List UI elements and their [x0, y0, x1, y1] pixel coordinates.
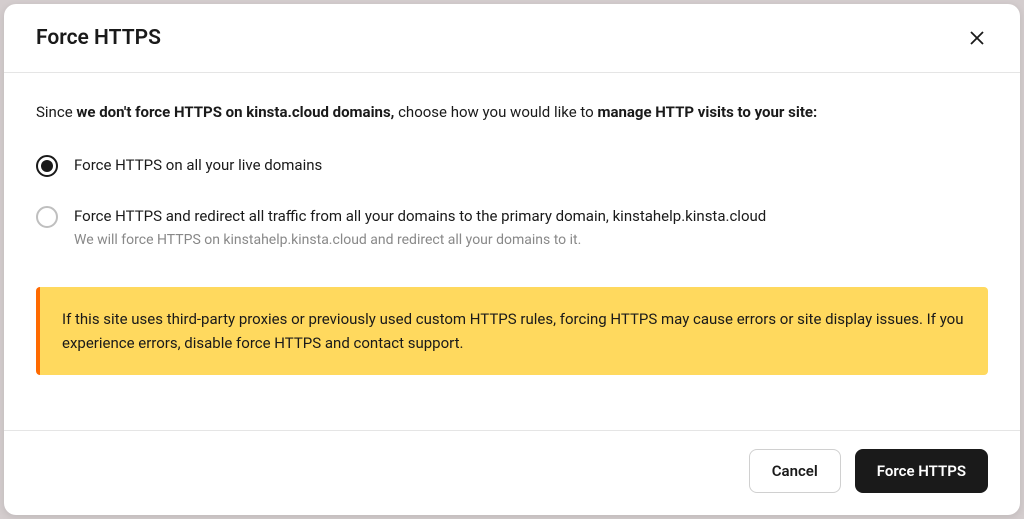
radio-content: Force HTTPS and redirect all traffic fro… [74, 205, 988, 251]
radio-option-all-domains[interactable]: Force HTTPS on all your live domains [36, 154, 988, 177]
force-https-button[interactable]: Force HTTPS [855, 449, 988, 493]
close-button[interactable] [966, 27, 988, 49]
intro-text: Since we don't force HTTPS on kinsta.clo… [36, 101, 988, 124]
intro-prefix: Since [36, 103, 76, 121]
warning-text: If this site uses third-party proxies or… [62, 310, 964, 352]
intro-bold2: manage HTTP visits to your site: [597, 103, 817, 121]
radio-indicator [36, 155, 58, 177]
radio-indicator [36, 206, 58, 228]
radio-content: Force HTTPS on all your live domains [74, 154, 988, 177]
radio-group: Force HTTPS on all your live domains For… [36, 154, 988, 251]
radio-option-redirect-primary[interactable]: Force HTTPS and redirect all traffic fro… [36, 205, 988, 251]
modal-header: Force HTTPS [4, 4, 1020, 73]
warning-box: If this site uses third-party proxies or… [36, 287, 988, 375]
radio-label: Force HTTPS on all your live domains [74, 156, 322, 174]
radio-label: Force HTTPS and redirect all traffic fro… [74, 207, 766, 225]
modal-body: Since we don't force HTTPS on kinsta.clo… [4, 73, 1020, 430]
cancel-button[interactable]: Cancel [749, 449, 841, 493]
force-https-modal: Force HTTPS Since we don't force HTTPS o… [4, 4, 1020, 515]
radio-helper-text: We will force HTTPS on kinstahelp.kinsta… [74, 231, 988, 251]
modal-footer: Cancel Force HTTPS [4, 430, 1020, 515]
intro-mid: choose how you would like to [394, 103, 597, 121]
close-icon [970, 31, 984, 45]
intro-bold1: we don't force HTTPS on kinsta.cloud dom… [76, 103, 394, 121]
modal-title: Force HTTPS [36, 26, 161, 50]
radio-dot-icon [41, 160, 53, 172]
